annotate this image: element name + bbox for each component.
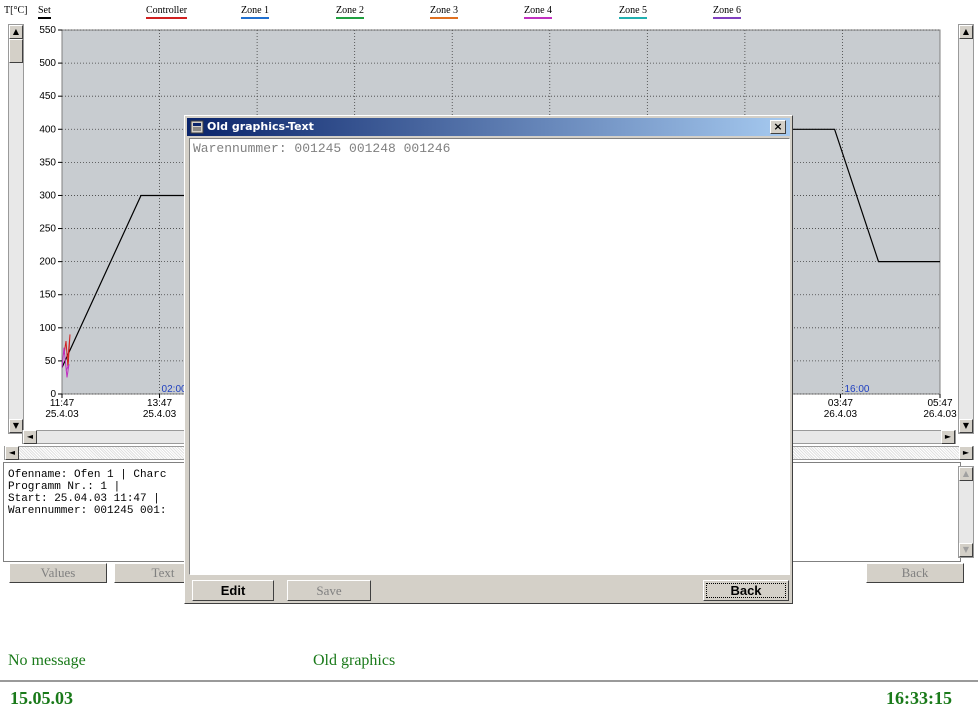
x-tick-time: 03:47 (828, 398, 853, 409)
scroll-right-icon[interactable]: ► (941, 430, 955, 444)
scroll-left-icon[interactable]: ◄ (5, 446, 19, 460)
dialog-title: Old graphics-Text (207, 120, 314, 133)
x-tick-date: 25.4.03 (45, 409, 79, 420)
x-tick-date: 26.4.03 (923, 409, 957, 420)
legend-item: Zone 3 (430, 5, 459, 19)
scroll-up-icon[interactable]: ▲ (959, 467, 973, 481)
legend-item: Zone 2 (336, 5, 365, 19)
y-tick-label: 450 (39, 91, 56, 102)
dialog-text-area[interactable]: Warennummer: 001245 001248 001246 (189, 138, 790, 575)
save-button[interactable]: Save (287, 580, 371, 601)
x-tick-date: 26.4.03 (824, 409, 858, 420)
values-button[interactable]: Values (9, 563, 107, 583)
legend-item: T[°C] (4, 5, 28, 16)
chart-legend: T[°C] Set Controller Zone 1 Zone 2 Zone 3 Zone… (0, 0, 978, 23)
mode-label: Old graphics (313, 652, 396, 669)
y-tick-label: 50 (45, 356, 57, 367)
back-button[interactable]: Back (866, 563, 964, 583)
scroll-left-icon[interactable]: ◄ (23, 430, 37, 444)
app-icon (190, 120, 204, 134)
y-tick-label: 500 (39, 58, 56, 69)
day-marker-label: 16:00 (844, 384, 869, 395)
x-tick-date: 25.4.03 (143, 409, 177, 420)
y-tick-label: 200 (39, 257, 56, 268)
y-tick-label: 150 (39, 290, 56, 301)
y-tick-label: 100 (39, 323, 56, 334)
status-bar (0, 680, 978, 719)
y-tick-label: 400 (39, 124, 56, 135)
y-tick-label: 300 (39, 190, 56, 201)
info-vertical-scrollbar[interactable]: ▲ ▼ (958, 466, 974, 558)
x-tick-time: 05:47 (927, 398, 952, 409)
legend-item: Zone 1 (241, 5, 270, 19)
dialog-back-button[interactable]: Back (703, 580, 789, 601)
x-tick-time: 11:47 (50, 398, 75, 409)
close-icon[interactable]: × (770, 120, 786, 134)
text-dialog: Old graphics-Text × Warennummer: 001245 … (184, 115, 793, 604)
legend-item: Zone 5 (619, 5, 648, 19)
legend-item: Set (38, 5, 51, 19)
scroll-right-icon[interactable]: ► (959, 446, 973, 460)
edit-button[interactable]: Edit (192, 580, 274, 601)
x-tick-time: 13:47 (147, 398, 172, 409)
scroll-down-icon[interactable]: ▼ (959, 543, 973, 557)
status-date: 15.05.03 (10, 688, 73, 708)
dialog-titlebar[interactable]: Old graphics-Text × (187, 118, 790, 136)
status-time: 16:33:15 (886, 688, 952, 708)
y-tick-label: 350 (39, 157, 56, 168)
legend-item: Zone 6 (713, 5, 742, 19)
status-message: No message (8, 652, 86, 669)
y-tick-label: 550 (39, 25, 56, 36)
legend-item: Zone 4 (524, 5, 553, 19)
y-tick-label: 250 (39, 224, 56, 235)
legend-item: Controller (146, 5, 188, 19)
dialog-text-content: Warennummer: 001245 001248 001246 (193, 141, 451, 156)
